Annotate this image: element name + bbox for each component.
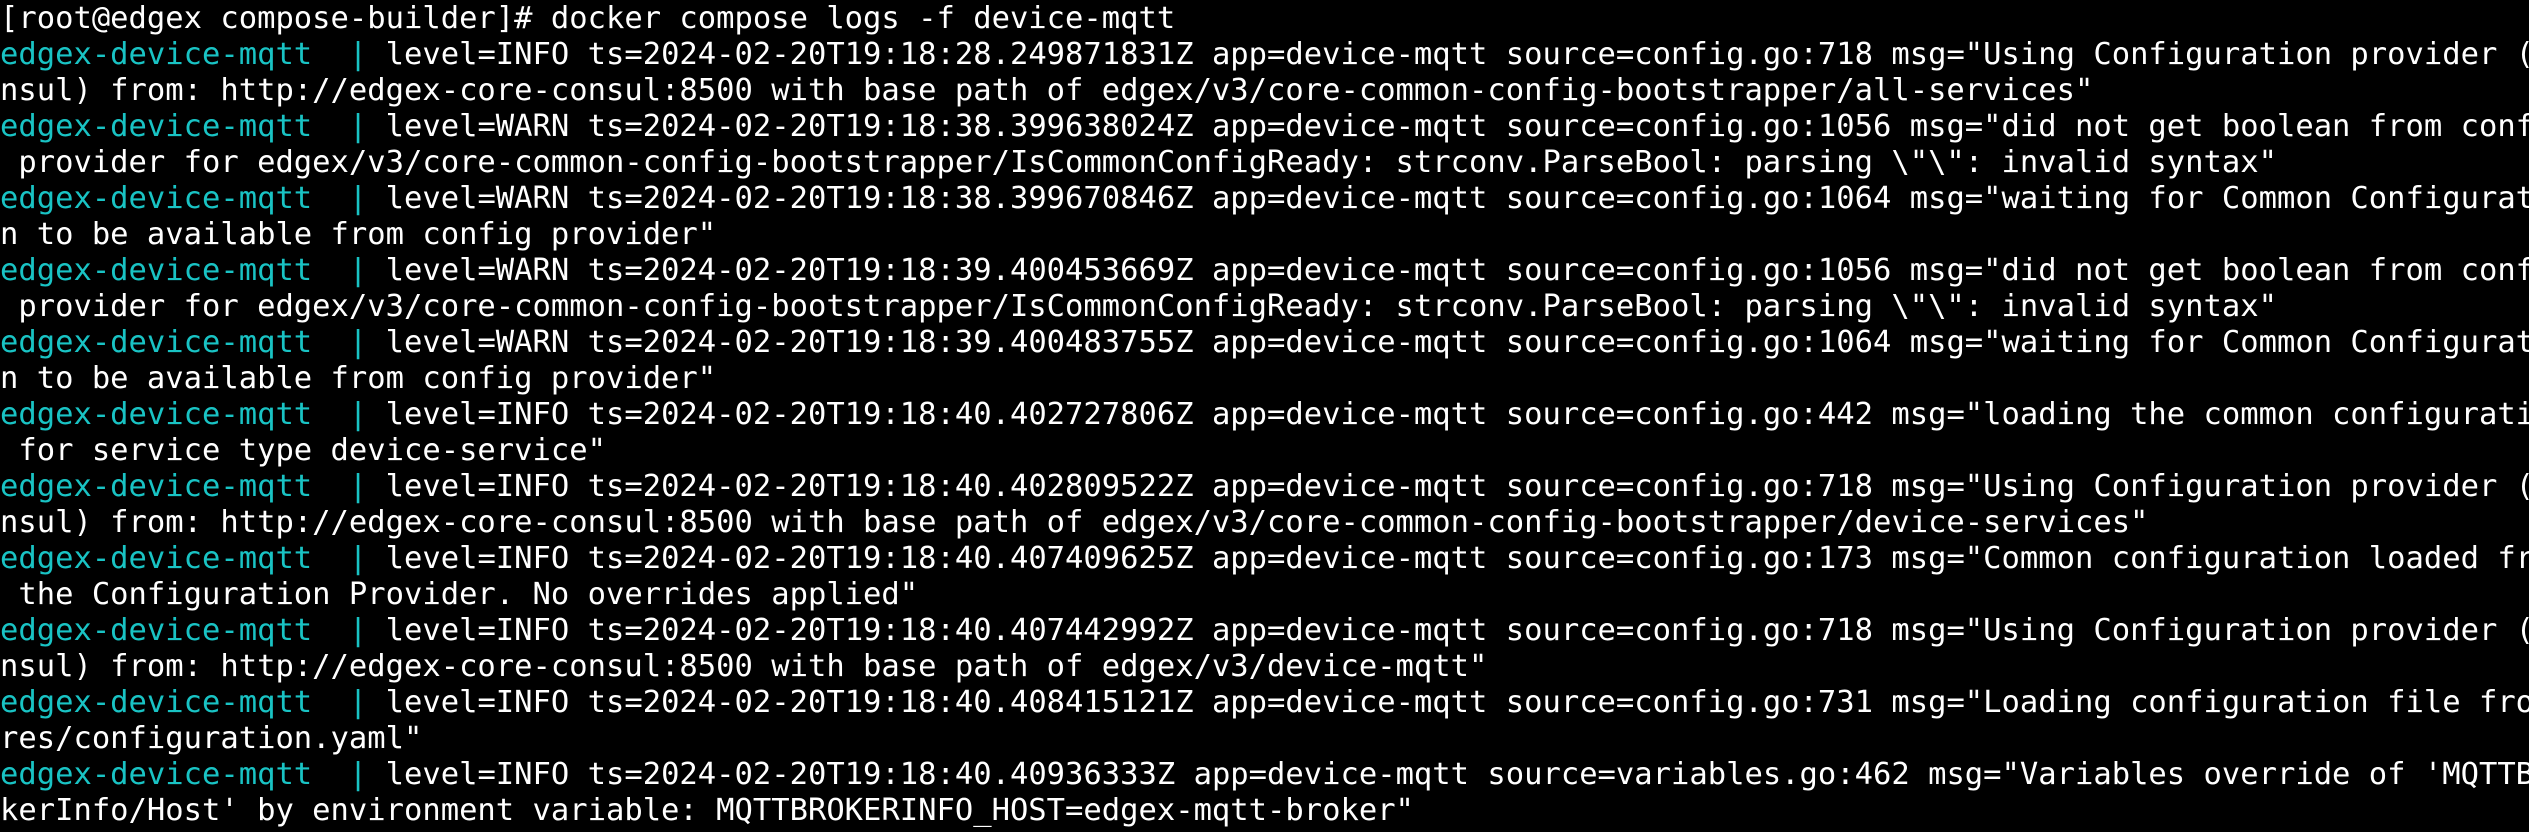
log-message: res/configuration.yaml" (0, 721, 423, 756)
log-line: edgex-device-mqtt | level=WARN ts=2024-0… (0, 109, 2529, 145)
log-message: level=WARN ts=2024-02-20T19:18:38.399670… (385, 181, 2529, 216)
log-message: for service type device-service" (0, 433, 606, 468)
log-line-continuation: provider for edgex/v3/core-common-config… (0, 289, 2529, 325)
service-name-prefix: edgex-device-mqtt | (0, 109, 386, 144)
log-line: edgex-device-mqtt | level=INFO ts=2024-0… (0, 541, 2529, 577)
service-name-prefix: edgex-device-mqtt | (0, 253, 386, 288)
log-message: nsul) from: http://edgex-core-consul:850… (0, 505, 2149, 540)
log-line: edgex-device-mqtt | level=INFO ts=2024-0… (0, 685, 2529, 721)
log-line-continuation: kerInfo/Host' by environment variable: M… (0, 793, 2529, 829)
log-line: edgex-device-mqtt | level=WARN ts=2024-0… (0, 325, 2529, 361)
log-message: level=INFO ts=2024-02-20T19:18:28.249871… (385, 37, 2529, 72)
log-message: level=INFO ts=2024-02-20T19:18:40.407442… (385, 613, 2529, 648)
log-output: edgex-device-mqtt | level=INFO ts=2024-0… (0, 37, 2529, 829)
log-line-continuation: n to be available from config provider" (0, 361, 2529, 397)
log-line: edgex-device-mqtt | level=INFO ts=2024-0… (0, 397, 2529, 433)
log-message: provider for edgex/v3/core-common-config… (0, 289, 2277, 324)
log-message: n to be available from config provider" (0, 361, 717, 396)
log-message: level=WARN ts=2024-02-20T19:18:39.400483… (385, 325, 2529, 360)
log-line-continuation: the Configuration Provider. No overrides… (0, 577, 2529, 613)
log-message: level=INFO ts=2024-02-20T19:18:40.402727… (385, 397, 2529, 432)
log-message: the Configuration Provider. No overrides… (0, 577, 919, 612)
log-message: level=WARN ts=2024-02-20T19:18:39.400453… (385, 253, 2529, 288)
terminal-window[interactable]: [root@edgex compose-builder]# docker com… (0, 0, 2529, 832)
log-line: edgex-device-mqtt | level=INFO ts=2024-0… (0, 613, 2529, 649)
log-line: edgex-device-mqtt | level=INFO ts=2024-0… (0, 757, 2529, 793)
log-message: nsul) from: http://edgex-core-consul:850… (0, 649, 1488, 684)
log-line: edgex-device-mqtt | level=INFO ts=2024-0… (0, 37, 2529, 73)
log-message: provider for edgex/v3/core-common-config… (0, 145, 2277, 180)
log-message: level=INFO ts=2024-02-20T19:18:40.408415… (385, 685, 2529, 720)
log-message: level=INFO ts=2024-02-20T19:18:40.409363… (385, 757, 2529, 792)
service-name-prefix: edgex-device-mqtt | (0, 181, 386, 216)
log-line: edgex-device-mqtt | level=INFO ts=2024-0… (0, 469, 2529, 505)
log-message: level=WARN ts=2024-02-20T19:18:38.399638… (385, 109, 2529, 144)
service-name-prefix: edgex-device-mqtt | (0, 325, 386, 360)
log-message: level=INFO ts=2024-02-20T19:18:40.402809… (385, 469, 2529, 504)
log-line-continuation: nsul) from: http://edgex-core-consul:850… (0, 73, 2529, 109)
log-line: edgex-device-mqtt | level=WARN ts=2024-0… (0, 181, 2529, 217)
service-name-prefix: edgex-device-mqtt | (0, 685, 386, 720)
log-line-continuation: for service type device-service" (0, 433, 2529, 469)
log-message: n to be available from config provider" (0, 217, 717, 252)
prompt-text: [root@edgex compose-builder]# docker com… (0, 1, 1176, 36)
log-line-continuation: nsul) from: http://edgex-core-consul:850… (0, 505, 2529, 541)
log-message: kerInfo/Host' by environment variable: M… (0, 793, 1414, 828)
service-name-prefix: edgex-device-mqtt | (0, 757, 386, 792)
service-name-prefix: edgex-device-mqtt | (0, 37, 386, 72)
log-line-continuation: n to be available from config provider" (0, 217, 2529, 253)
service-name-prefix: edgex-device-mqtt | (0, 541, 386, 576)
log-line: edgex-device-mqtt | level=WARN ts=2024-0… (0, 253, 2529, 289)
log-line-continuation: provider for edgex/v3/core-common-config… (0, 145, 2529, 181)
service-name-prefix: edgex-device-mqtt | (0, 469, 386, 504)
log-line-continuation: res/configuration.yaml" (0, 721, 2529, 757)
service-name-prefix: edgex-device-mqtt | (0, 613, 386, 648)
log-line-continuation: nsul) from: http://edgex-core-consul:850… (0, 649, 2529, 685)
service-name-prefix: edgex-device-mqtt | (0, 397, 386, 432)
log-message: level=INFO ts=2024-02-20T19:18:40.407409… (385, 541, 2529, 576)
log-message: nsul) from: http://edgex-core-consul:850… (0, 73, 2094, 108)
command-prompt: [root@edgex compose-builder]# docker com… (0, 1, 2529, 37)
